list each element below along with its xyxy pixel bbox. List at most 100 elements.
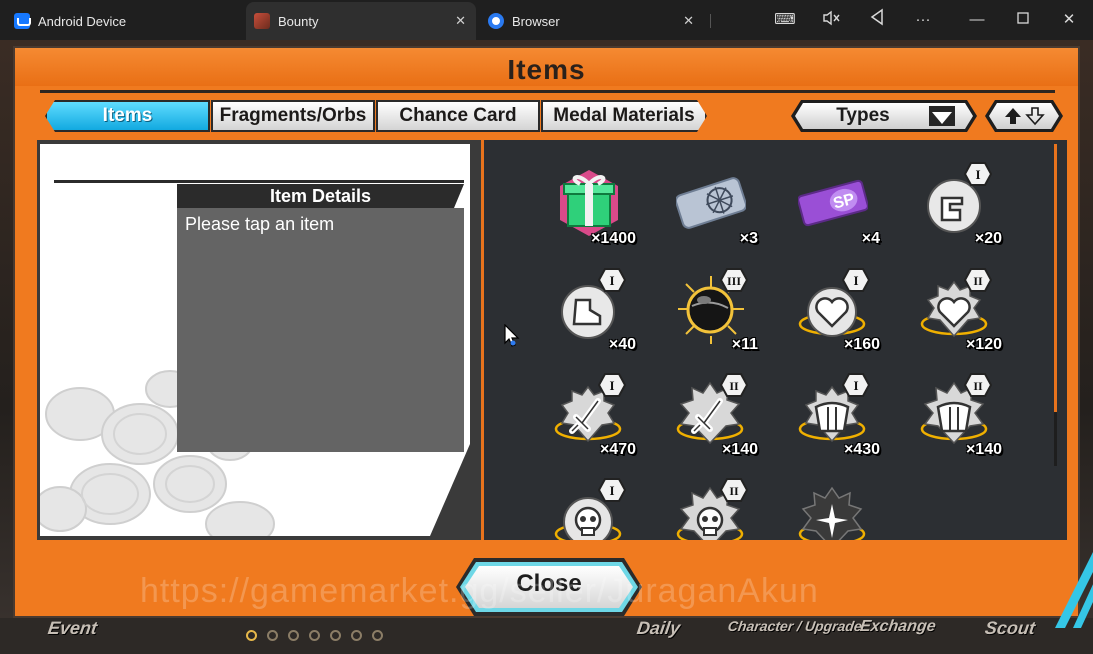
rank-label: I — [975, 167, 980, 182]
maximize-icon[interactable] — [1011, 8, 1035, 32]
item-cell[interactable]: II ×140 — [656, 373, 766, 465]
page-dot[interactable] — [330, 630, 341, 641]
tab-label: Bounty — [278, 13, 319, 29]
item-count: ×3 — [739, 230, 758, 247]
item-cell[interactable]: II — [656, 478, 766, 540]
item-details-placeholder: Please tap an item — [185, 214, 335, 234]
item-cell[interactable]: SP ×4 — [778, 162, 888, 254]
item-cell[interactable]: I ×470 — [534, 373, 644, 465]
sparkle-medal-icon — [798, 486, 866, 540]
item-count: ×160 — [843, 336, 880, 353]
item-cell[interactable]: III ×11 — [656, 268, 766, 360]
types-dropdown-face: Types — [795, 103, 973, 129]
rank-badge: I — [842, 268, 870, 292]
more-icon[interactable]: ··· — [911, 8, 935, 32]
tab-medal-materials[interactable]: Medal Materials — [541, 100, 707, 132]
divider — [54, 180, 464, 183]
tab-android-device[interactable]: Android Device — [14, 2, 244, 40]
mute-icon[interactable] — [819, 8, 843, 32]
types-label: Types — [836, 105, 890, 126]
tab-browser[interactable]: Browser ✕ — [480, 2, 704, 40]
rank-label: I — [609, 378, 614, 393]
item-count: ×20 — [974, 230, 1002, 247]
arrow-down-icon — [1025, 106, 1045, 126]
item-details-header: Item Details — [177, 184, 464, 208]
item-details-panel: Item Details Please tap an item — [37, 140, 482, 540]
rank-badge: I — [598, 373, 626, 397]
rank-label: II — [973, 379, 983, 393]
tab-fragments-orbs[interactable]: Fragments/Orbs — [211, 100, 375, 132]
nav-scout[interactable]: Scout — [984, 618, 1037, 639]
page-dot[interactable] — [288, 630, 299, 641]
page-dot[interactable] — [267, 630, 278, 641]
close-window-icon[interactable]: ✕ — [1057, 8, 1081, 32]
minimize-icon[interactable]: — — [965, 8, 989, 32]
watermark: https://gamemarket.gg/seller/JuraganAkun — [140, 572, 819, 610]
item-cell[interactable]: I — [534, 478, 644, 540]
item-cell[interactable]: ×1400 — [534, 162, 644, 254]
window-titlebar: Android Device Bounty ✕ Browser ✕ ⌨ ··· … — [0, 0, 1093, 40]
item-cell[interactable]: II ×120 — [900, 268, 1010, 360]
sort-order-button[interactable] — [985, 100, 1063, 132]
divider — [40, 90, 1055, 93]
rank-badge: II — [720, 373, 748, 397]
game-viewport: Event Daily Character / Upgrade Exchange… — [0, 40, 1093, 654]
item-cell[interactable]: II ×140 — [900, 373, 1010, 465]
chevron-down-icon — [932, 112, 952, 124]
item-count: ×1400 — [591, 230, 636, 247]
corner-stripes-decoration — [1055, 552, 1093, 628]
page-dot[interactable] — [246, 630, 257, 641]
compass-ticket-icon — [676, 177, 746, 229]
item-details-body: Please tap an item — [177, 208, 464, 452]
back-icon[interactable] — [865, 8, 889, 32]
divider — [710, 14, 711, 28]
item-cell[interactable]: ×3 — [656, 162, 766, 254]
browser-icon — [488, 13, 504, 29]
nav-event[interactable]: Event — [47, 618, 99, 639]
item-count: ×4 — [861, 230, 880, 247]
tab-label: Android Device — [38, 13, 127, 29]
close-tab-icon[interactable]: ✕ — [683, 13, 694, 29]
tab-label: Browser — [512, 13, 560, 29]
close-tab-icon[interactable]: ✕ — [455, 13, 466, 29]
item-cell[interactable] — [778, 478, 888, 540]
item-cell[interactable]: I ×20 — [900, 162, 1010, 254]
bounty-app-icon — [254, 13, 270, 29]
gift-box-icon — [560, 170, 618, 236]
rank-badge: II — [964, 268, 992, 292]
rank-label: II — [729, 484, 739, 498]
rank-badge: I — [842, 373, 870, 397]
item-count: ×40 — [608, 336, 636, 353]
item-count: ×140 — [721, 441, 758, 458]
item-grid[interactable]: ×1400 ×3 SP ×4 I ×20 I ×40 III ×11 I ×16… — [481, 140, 1067, 540]
tab-chance-card[interactable]: Chance Card — [376, 100, 540, 132]
rank-label: I — [609, 273, 614, 288]
nav-exchange[interactable]: Exchange — [859, 618, 937, 636]
nav-character-upgrade[interactable]: Character / Upgrade — [727, 618, 863, 634]
rank-label: III — [727, 274, 741, 288]
item-count: ×11 — [731, 336, 758, 353]
rank-badge: II — [964, 373, 992, 397]
item-cell[interactable]: I ×430 — [778, 373, 888, 465]
page-dot[interactable] — [372, 630, 383, 641]
item-details-card: Item Details Please tap an item — [40, 144, 470, 536]
tab-bounty[interactable]: Bounty ✕ — [246, 2, 476, 40]
modal-title: Items — [507, 54, 586, 85]
item-cell[interactable]: I ×160 — [778, 268, 888, 360]
item-count: ×120 — [965, 336, 1002, 353]
page-dot[interactable] — [309, 630, 320, 641]
rank-badge: I — [964, 162, 992, 186]
nav-daily[interactable]: Daily — [636, 618, 682, 639]
rank-label: II — [973, 274, 983, 288]
items-modal: Items Items Fragments/Orbs Chance Card M… — [13, 46, 1093, 628]
rank-badge: III — [720, 268, 748, 292]
page-dot[interactable] — [351, 630, 362, 641]
rank-label: I — [609, 483, 614, 498]
scrollbar-thumb[interactable] — [1054, 144, 1057, 412]
tab-items[interactable]: Items — [45, 100, 210, 132]
rank-badge: I — [598, 268, 626, 292]
rank-badge: I — [598, 478, 626, 502]
item-cell[interactable]: I ×40 — [534, 268, 644, 360]
keyboard-icon[interactable]: ⌨ — [773, 8, 797, 32]
types-dropdown[interactable]: Types — [791, 100, 977, 132]
